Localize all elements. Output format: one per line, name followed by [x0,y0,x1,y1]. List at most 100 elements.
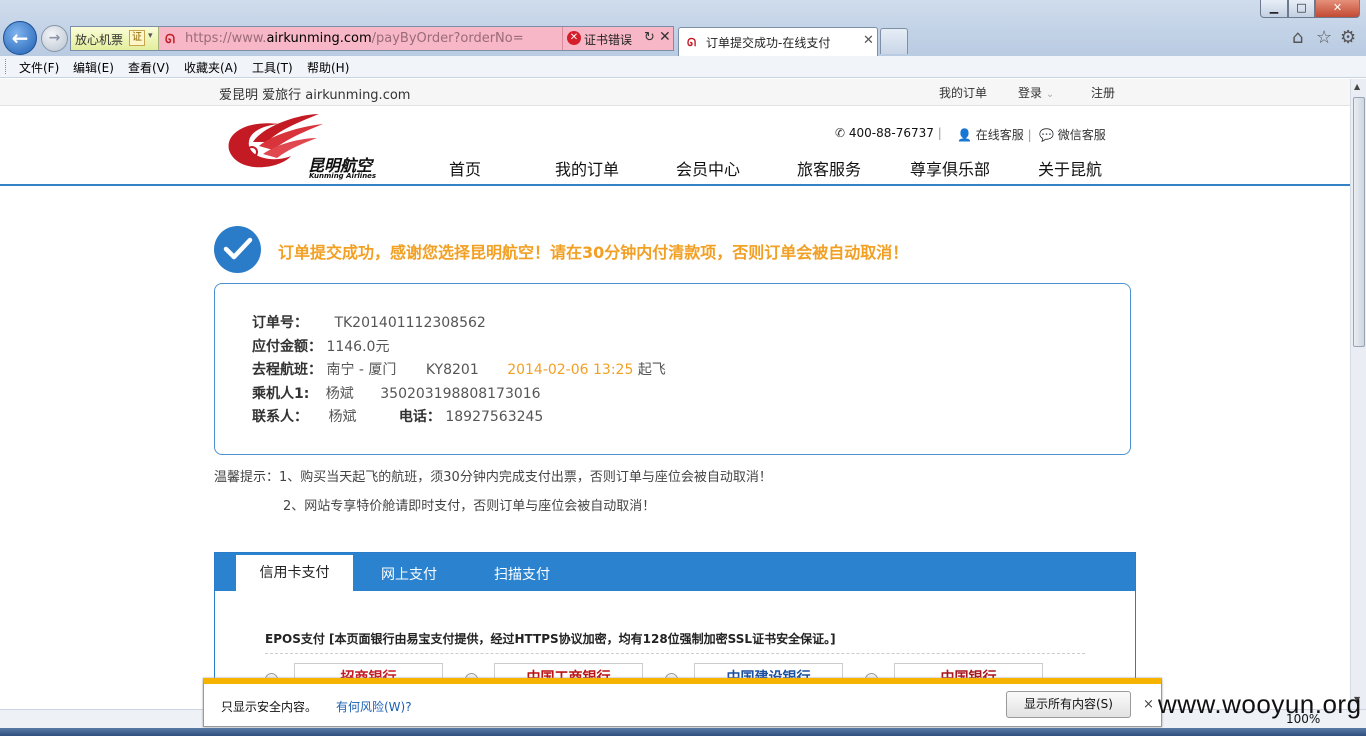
url-host: airkunming.com [266,31,372,46]
wechat-service-label: 微信客服 [1057,128,1106,142]
browser-tab-active[interactable]: ᘏ 订单提交成功-在线支付 ✕ [678,27,878,56]
url-path: /payByOrder?orderNo= [371,31,524,46]
vertical-scrollbar[interactable]: ▲ ▼ [1350,79,1366,709]
certificate-error-indicator[interactable]: ✕ 证书错误 ↻ ✕ [562,27,673,50]
url-text[interactable]: https://www.airkunming.com/payByOrder?or… [185,31,524,46]
certificate-error-label: 证书错误 [584,33,633,47]
register-link[interactable]: 注册 [1091,84,1115,101]
site-header: 昆明航空 Kunming Airlines ✆ 400-88-76737 | 👤… [0,106,1350,186]
login-label: 登录 [1018,86,1043,100]
stop-icon[interactable]: ✕ [659,29,671,45]
back-button[interactable]: ← [3,21,37,55]
phone-icon: ✆ [835,126,846,140]
contact-name: 杨斌 [328,409,357,425]
maximize-button[interactable]: □ [1288,0,1315,18]
url-prefix: https://www. [185,31,267,46]
route-value: 南宁 - 厦门 [326,362,397,378]
order-number-value: TK201401112308562 [334,315,486,331]
amount-label: 应付金额： [252,339,322,355]
nav-passenger-service[interactable]: 旅客服务 [797,156,861,180]
error-icon: ✕ [567,31,581,45]
close-tab-icon[interactable]: ✕ [863,33,874,48]
page-viewport: 爱昆明 爱旅行 airkunming.com 我的订单 登录 ⌄ 注册 昆明航空… [0,79,1350,736]
minimize-button[interactable]: ▁ [1260,0,1288,18]
site-favicon-icon: ᘏ [165,32,175,46]
chevron-down-icon: ⌄ [1045,89,1055,100]
order-details-box: 订单号： TK201401112308562 应付金额： 1146.0元 去程航… [214,283,1131,455]
address-bar[interactable]: 放心机票 证 ▾ ᘏ https://www.airkunming.com/pa… [70,26,674,51]
tools-gear-icon[interactable]: ⚙ [1340,27,1356,48]
scroll-up-icon[interactable]: ▲ [1354,82,1360,91]
top-link-strip: 爱昆明 爱旅行 airkunming.com 我的订单 登录 ⌄ 注册 [0,79,1350,106]
divider [265,653,1085,654]
passenger-label: 乘机人1: [252,386,310,402]
flight-number-value: KY8201 [425,362,479,378]
tab-title: 订单提交成功-在线支付 [706,36,831,50]
success-message: 订单提交成功，感谢您选择昆明航空！请在30分钟内付清款项，否则订单会被自动取消！ [278,243,909,262]
what-risk-link[interactable]: 有何风险(W)? [336,698,412,715]
passenger-id: 350203198808173016 [380,386,541,402]
flight-row: 去程航班： 南宁 - 厦门 KY8201 2014-02-06 13:25 起飞 [252,359,666,379]
new-tab-button[interactable] [880,28,908,54]
nav-about[interactable]: 关于昆航 [1038,156,1102,180]
my-orders-link[interactable]: 我的订单 [939,84,987,101]
close-window-button[interactable]: ✕ [1315,0,1360,18]
watermark: www.wooyun.org [1158,689,1362,719]
success-check-icon [214,226,261,273]
login-link[interactable]: 登录 ⌄ [1018,84,1054,101]
tab-online-payment[interactable]: 网上支付 [381,564,437,584]
passenger-name: 杨斌 [325,386,354,402]
order-number-label: 订单号： [252,315,308,331]
close-icon[interactable]: × [1143,697,1154,712]
nav-club[interactable]: 尊享俱乐部 [910,156,990,180]
menu-bar: 文件(F) 编辑(E) 查看(V) 收藏夹(A) 工具(T) 帮助(H) [0,56,1366,78]
arrow-left-icon: ← [11,26,29,50]
tab-scan-payment[interactable]: 扫描支付 [494,564,550,584]
order-number-row: 订单号： TK201401112308562 [252,312,486,332]
show-all-content-button[interactable]: 显示所有内容(S) [1006,691,1131,718]
wechat-icon: 💬 [1039,128,1054,142]
departure-time-value: 2014-02-06 13:25 [507,362,634,378]
certificate-icon[interactable]: 证 [129,30,145,46]
tab-credit-card[interactable]: 信用卡支付 [236,555,353,592]
security-info-bar: 只显示安全内容。 有何风险(W)? 显示所有内容(S) × [203,678,1162,727]
refresh-icon[interactable]: ↻ [644,30,655,45]
favorite-site-label: 放心机票 [75,33,124,47]
favorite-site-badge[interactable]: 放心机票 证 ▾ [71,27,159,50]
url-field[interactable]: ᘏ https://www.airkunming.com/payByOrder?… [159,27,630,50]
menu-tools[interactable]: 工具(T) [252,59,293,76]
phone-contact: ✆ 400-88-76737 | [835,126,942,140]
menu-help[interactable]: 帮助(H) [307,59,349,76]
menu-view[interactable]: 查看(V) [128,59,170,76]
menu-favorites[interactable]: 收藏夹(A) [184,59,238,76]
info-bar-message: 只显示安全内容。 [221,700,318,714]
phone-value: 18927563245 [445,409,544,425]
menu-file[interactable]: 文件(F) [19,59,59,76]
menu-edit[interactable]: 编辑(E) [73,59,114,76]
contact-label: 联系人： [252,409,308,425]
tips-line-1: 温馨提示：1、购买当天起飞的航班，须30分钟内完成支付出票，否则订单与座位会被自… [214,470,772,485]
passenger-row: 乘机人1: 杨斌 350203198808173016 [252,383,541,403]
user-icon: 👤 [957,128,972,142]
favorites-star-icon[interactable]: ☆ [1316,27,1332,48]
wechat-service-link[interactable]: 💬 微信客服 [1039,126,1106,143]
nav-member-center[interactable]: 会员中心 [676,156,740,180]
logo-en-text: Kunming Airlines [309,172,377,180]
os-taskbar [0,728,1366,736]
nav-my-orders[interactable]: 我的订单 [555,156,619,180]
online-service-link[interactable]: 👤 在线客服 | [957,126,1032,143]
scroll-thumb[interactable] [1353,97,1365,347]
forward-button[interactable]: → [41,25,68,52]
flight-label: 去程航班： [252,362,322,378]
browser-titlebar: ▁ □ ✕ ← → 放心机票 证 ▾ ᘏ https://www.airkunm… [0,0,1366,56]
home-icon[interactable]: ⌂ [1292,27,1303,48]
kunming-airlines-logo[interactable]: 昆明航空 Kunming Airlines [219,112,389,180]
chevron-down-icon[interactable]: ▾ [148,31,153,41]
payment-tabs: 信用卡支付 网上支付 扫描支付 [215,553,1135,592]
phone-number: 400-88-76737 [848,126,934,140]
phone-label: 电话： [398,409,441,425]
nav-home[interactable]: 首页 [449,156,481,180]
menu-grip [5,59,8,74]
epos-note: EPOS支付 [本页面银行由易宝支付提供，经过HTTPS协议加密，均有128位强… [265,632,836,646]
online-service-label: 在线客服 [975,128,1024,142]
